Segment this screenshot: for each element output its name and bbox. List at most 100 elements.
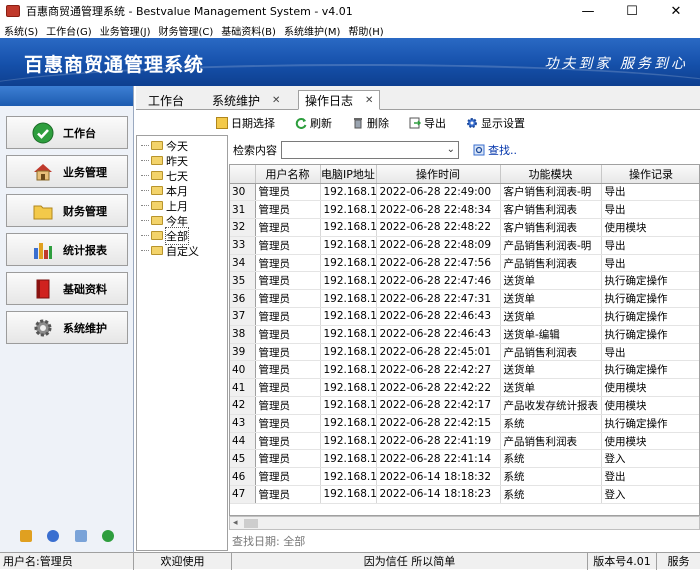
table-header: 用户名称 电脑IP地址 操作时间 功能模块 操作记录: [230, 165, 699, 184]
user-name-cell: 管理员: [255, 396, 321, 415]
chevron-down-icon[interactable]: ⌄: [447, 144, 455, 155]
close-button[interactable]: ✕: [654, 0, 698, 22]
menu-workbench[interactable]: 工作台(G): [46, 23, 92, 38]
table-row[interactable]: 45 管理员 192.168.1 2022-06-28 22:41:14 系统 登入: [230, 449, 699, 469]
refresh-icon: [295, 117, 307, 129]
find-label: 查找..: [488, 144, 517, 157]
user-name-header[interactable]: 用户名称: [255, 165, 321, 184]
next-icon[interactable]: [102, 530, 115, 542]
ip-header[interactable]: 电脑IP地址: [320, 165, 377, 184]
table-row[interactable]: 38 管理员 192.168.1 2022-06-28 22:46:43 送货单-编辑执…: [230, 325, 699, 344]
table-row[interactable]: 36 管理员 192.168.1 2022-06-28 22:47:31 送货单 执行确定…: [230, 289, 699, 309]
table-row[interactable]: 31 管理员 192.168.1 2022-06-28 22:48:34 客户销售利润表…: [230, 200, 699, 220]
module-header[interactable]: 功能模块: [500, 165, 602, 184]
sidebar-item-business[interactable]: 业务管理: [6, 155, 128, 188]
menu-finance[interactable]: 财务管理(C): [158, 23, 213, 38]
row-number-header[interactable]: [230, 165, 256, 184]
record-header[interactable]: 操作记录: [601, 165, 699, 184]
tree-node-last-month[interactable]: 上月: [137, 198, 227, 213]
sidebar-header: [0, 86, 133, 106]
tab-system-maintenance[interactable]: 系统维护 ✕: [212, 90, 280, 110]
time-cell: 2022-06-28 22:42:15: [376, 414, 501, 433]
row-number: 36: [230, 289, 256, 309]
time-cell: 2022-06-28 22:41:14: [376, 449, 501, 469]
book-icon: [31, 277, 55, 301]
refresh-button[interactable]: 刷新: [295, 115, 332, 131]
tree-node-this-year[interactable]: 今年: [137, 213, 227, 228]
module-cell: 产品销售利润表: [500, 254, 602, 273]
folder-icon: [151, 246, 163, 255]
table-row[interactable]: 46 管理员 192.168.1 2022-06-14 18:18:32 系统 登出: [230, 467, 699, 487]
tab-close-icon[interactable]: ✕: [272, 95, 280, 106]
table-row[interactable]: 32 管理员 192.168.1 2022-06-28 22:48:22 客户销售利润表…: [230, 218, 699, 237]
ip-cell: 192.168.1: [320, 449, 377, 469]
table-row[interactable]: 43 管理员 192.168.1 2022-06-28 22:42:15 系统 执行确定操…: [230, 414, 699, 433]
horizontal-scrollbar[interactable]: ◂: [229, 516, 700, 530]
tree-node-all[interactable]: 全部: [137, 226, 227, 245]
menu-system[interactable]: 系统(S): [4, 23, 38, 38]
table-row[interactable]: 47 管理员 192.168.1 2022-06-14 18:18:23 系统 登入: [230, 485, 699, 504]
magnifier-icon[interactable]: [74, 530, 87, 542]
table-row[interactable]: 30 管理员 192.168.1 2022-06-28 22:49:00 客户销售利润表…: [230, 183, 699, 202]
delete-button[interactable]: 删除: [352, 115, 389, 131]
ip-cell: 192.168.1: [320, 414, 377, 433]
table-row[interactable]: 37 管理员 192.168.1 2022-06-28 22:46:43 送货单 执行确定…: [230, 307, 699, 326]
search-combo[interactable]: ⌄: [281, 141, 459, 159]
ip-cell: 192.168.1: [320, 183, 377, 202]
tree-node-custom[interactable]: 自定义: [137, 243, 227, 258]
table-row[interactable]: 41 管理员 192.168.1 2022-06-28 22:42:22 送货单 使用模块: [230, 378, 699, 398]
sidebar-item-basic-data[interactable]: 基础资料: [6, 272, 128, 305]
time-cell: 2022-06-28 22:48:22: [376, 218, 501, 237]
house-icon: [31, 160, 55, 184]
record-cell: 导出: [601, 343, 699, 362]
table-row[interactable]: 35 管理员 192.168.1 2022-06-28 22:47:46 送货单 执行确定…: [230, 271, 699, 291]
sidebar-item-reports[interactable]: 统计报表: [6, 233, 128, 266]
display-settings-label: 显示设置: [481, 117, 525, 130]
clock-icon[interactable]: [47, 530, 60, 542]
tree-node-today[interactable]: 今天: [137, 138, 227, 153]
tree-node-seven-days[interactable]: 七天: [137, 168, 227, 183]
record-cell: 导出: [601, 254, 699, 273]
folder-icon: [151, 186, 163, 195]
tab-operation-log[interactable]: 操作日志 ✕: [298, 90, 381, 110]
sidebar-item-finance[interactable]: 财务管理: [6, 194, 128, 227]
banner-slogan: 功夫到家 服务到心: [544, 56, 688, 72]
module-cell: 客户销售利润表-明: [500, 183, 602, 202]
tree-node-yesterday[interactable]: 昨天: [137, 153, 227, 168]
pencil-icon[interactable]: [19, 530, 32, 542]
scroll-thumb[interactable]: [244, 519, 258, 528]
ip-cell: 192.168.1: [320, 485, 377, 504]
tab-label: 工作台: [148, 93, 185, 108]
table-row[interactable]: 44 管理员 192.168.1 2022-06-28 22:41:19 产品销售利润表…: [230, 432, 699, 451]
log-table[interactable]: 用户名称 电脑IP地址 操作时间 功能模块 操作记录 30 管理员 192.168.1 202…: [229, 164, 700, 516]
tab-close-icon[interactable]: ✕: [365, 95, 373, 106]
sidebar-item-maintenance[interactable]: 系统维护: [6, 311, 128, 344]
sidebar-item-workbench[interactable]: 工作台: [6, 116, 128, 149]
date-select-button[interactable]: 日期选择: [216, 115, 275, 131]
table-row[interactable]: 34 管理员 192.168.1 2022-06-28 22:47:56 产品销售利润表…: [230, 254, 699, 273]
table-row[interactable]: 42 管理员 192.168.1 2022-06-28 22:42:17 产品收发存统计…: [230, 396, 699, 415]
record-cell: 使用模块: [601, 396, 699, 415]
time-header[interactable]: 操作时间: [376, 165, 501, 184]
minimize-button[interactable]: —: [566, 0, 610, 22]
menu-basic-data[interactable]: 基础资料(B): [221, 23, 276, 38]
menu-help[interactable]: 帮助(H): [348, 23, 383, 38]
tree-node-this-month[interactable]: 本月: [137, 183, 227, 198]
date-range-tree: 今天 昨天 七天 本月 上月 今年 全部 自定义: [136, 135, 228, 551]
find-button[interactable]: 查找..: [473, 142, 517, 158]
tab-workbench[interactable]: 工作台: [148, 90, 184, 110]
tab-label: 系统维护: [212, 93, 261, 108]
menu-maintenance[interactable]: 系统维护(M): [284, 23, 340, 38]
display-settings-button[interactable]: 显示设置: [466, 115, 525, 131]
maximize-button[interactable]: ☐: [610, 0, 654, 22]
module-cell: 送货单: [500, 360, 602, 380]
scroll-left-icon[interactable]: ◂: [233, 518, 238, 528]
table-row[interactable]: 33 管理员 192.168.1 2022-06-28 22:48:09 产品销售利润表…: [230, 236, 699, 255]
time-cell: 2022-06-28 22:47:46: [376, 271, 501, 291]
table-row[interactable]: 39 管理员 192.168.1 2022-06-28 22:45:01 产品销售利润表…: [230, 343, 699, 362]
ip-cell: 192.168.1: [320, 271, 377, 291]
table-row[interactable]: 40 管理员 192.168.1 2022-06-28 22:42:27 送货单 执行确定…: [230, 360, 699, 380]
menu-business[interactable]: 业务管理(J): [100, 23, 151, 38]
folder-icon: [151, 216, 163, 225]
export-button[interactable]: 导出: [409, 115, 446, 131]
